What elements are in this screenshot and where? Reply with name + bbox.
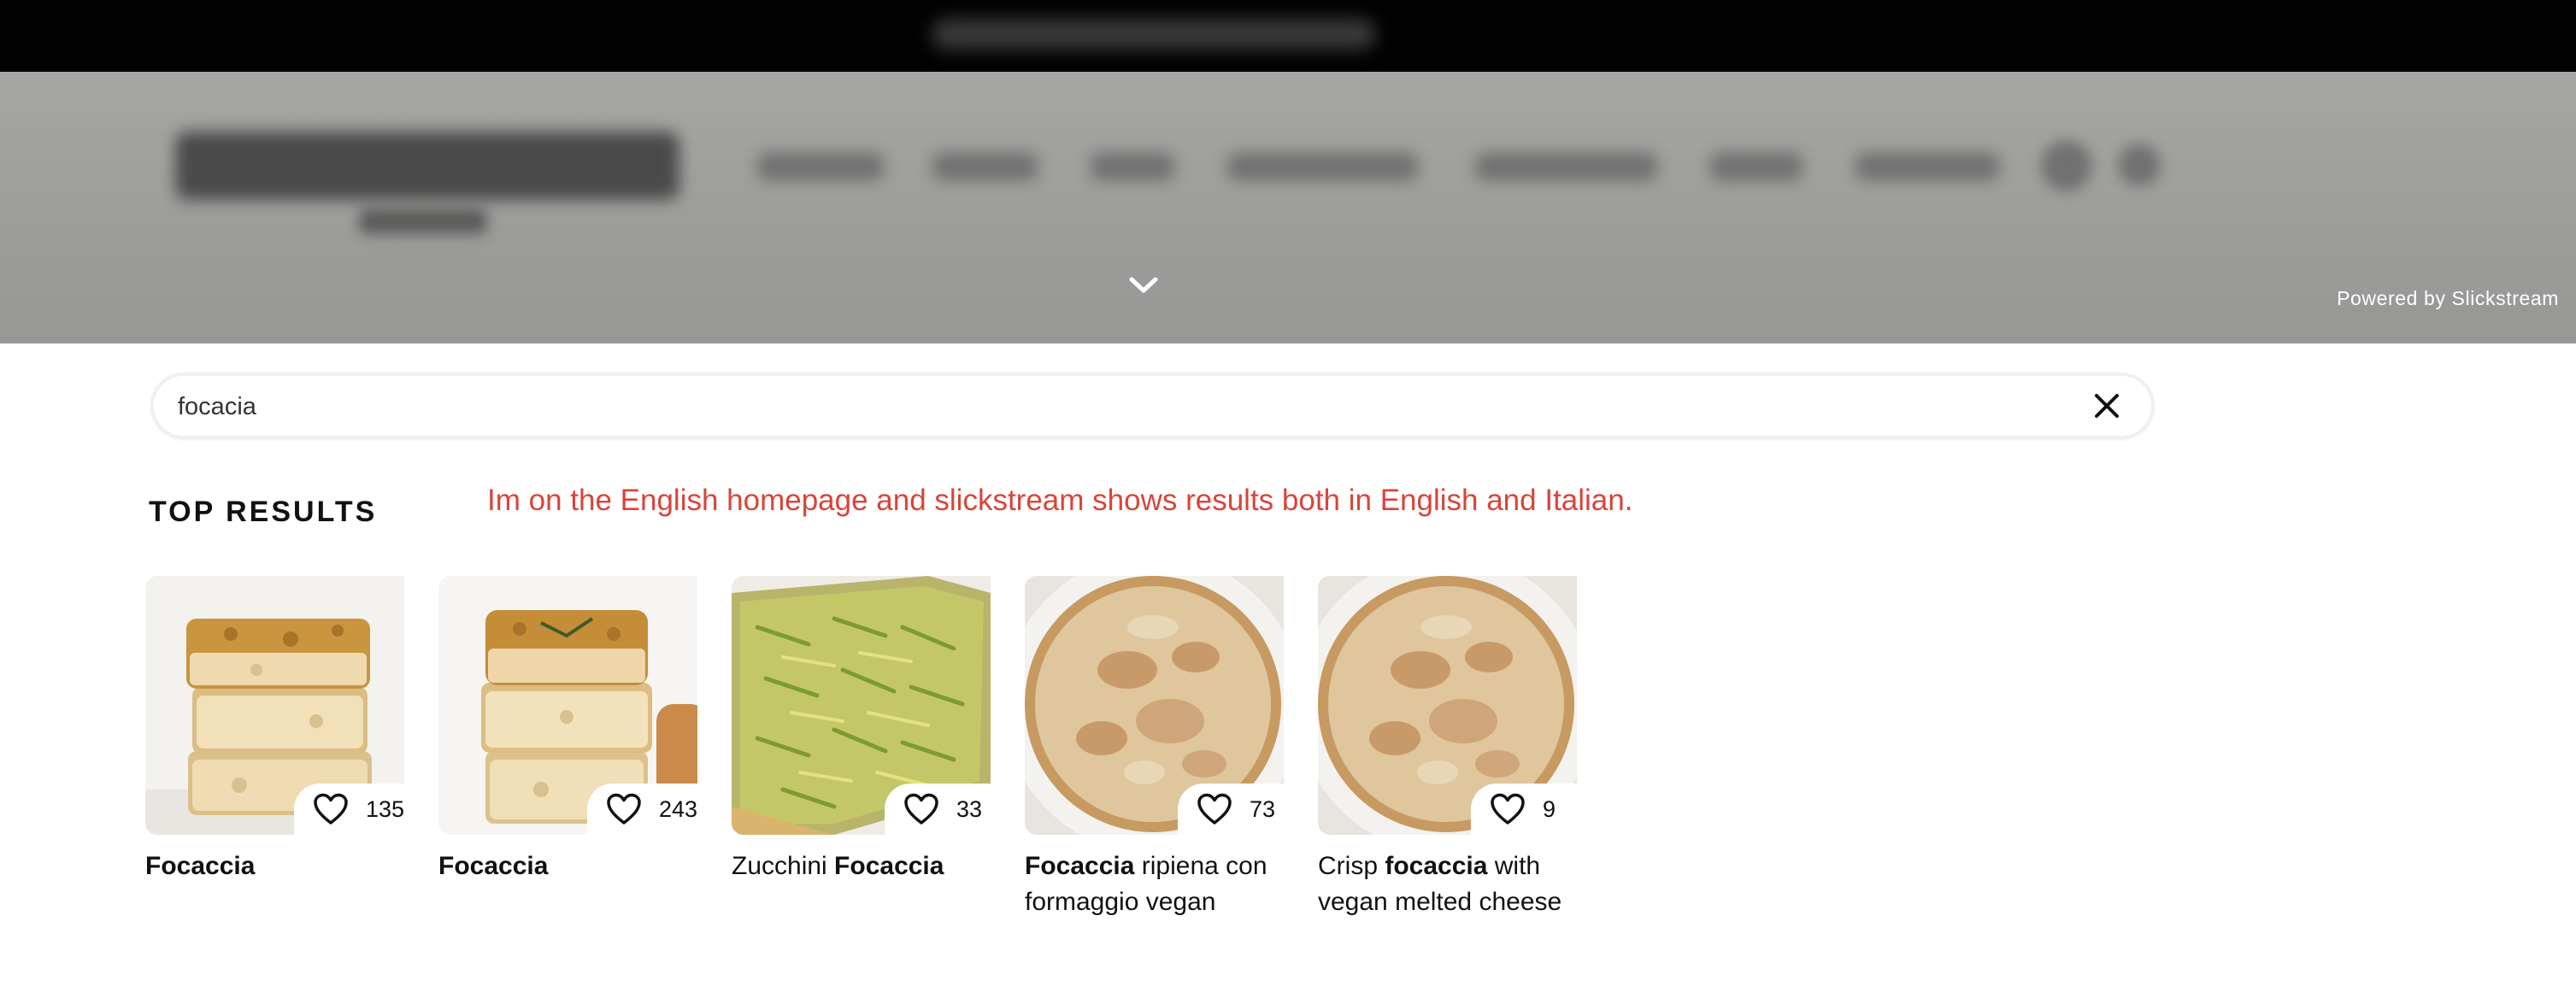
chevron-down-icon bbox=[1129, 277, 1158, 293]
blurred-promo-text bbox=[932, 19, 1376, 50]
results-list: 135 Focaccia 243 Focaccia 33 Zucchini Fo… bbox=[145, 576, 1581, 969]
collapse-overlay-button[interactable] bbox=[1126, 268, 1161, 302]
favorite-count: 243 bbox=[658, 795, 697, 822]
close-icon bbox=[2095, 394, 2119, 418]
blurred-site-header: Powered by Slickstream bbox=[0, 72, 2576, 343]
blurred-logo-subtitle bbox=[359, 208, 487, 234]
clear-search-button[interactable] bbox=[2091, 390, 2122, 421]
result-thumbnail: 135 bbox=[145, 576, 404, 835]
favorite-group: 135 bbox=[293, 784, 404, 835]
title-prefix: Crisp bbox=[1318, 852, 1385, 880]
search-panel: TOP RESULTS Im on the English homepage a… bbox=[0, 343, 2576, 998]
title-match: Focaccia bbox=[834, 852, 944, 880]
favorite-count: 9 bbox=[1543, 795, 1556, 822]
favorite-group: 243 bbox=[586, 784, 697, 835]
favorite-button[interactable] bbox=[1490, 792, 1527, 826]
heart-outline-icon bbox=[1491, 793, 1525, 825]
blurred-nav-item bbox=[932, 152, 1038, 181]
result-thumbnail: 73 bbox=[1025, 576, 1284, 835]
heart-outline-icon bbox=[904, 793, 938, 825]
powered-by-label[interactable]: Powered by Slickstream bbox=[2337, 287, 2559, 310]
result-title[interactable]: Focaccia ripiena con formaggio vegan bbox=[1025, 848, 1284, 920]
favorite-count: 73 bbox=[1250, 795, 1276, 822]
blurred-nav-item bbox=[1709, 152, 1803, 181]
site-promo-bar bbox=[0, 0, 2576, 72]
title-prefix: Zucchini bbox=[732, 852, 835, 880]
favorite-group: 73 bbox=[1178, 784, 1284, 835]
result-thumbnail: 243 bbox=[438, 576, 697, 835]
result-title[interactable]: Crisp focaccia with vegan melted cheese bbox=[1318, 848, 1577, 920]
favorite-count: 135 bbox=[365, 795, 404, 822]
result-card[interactable]: 243 Focaccia bbox=[438, 576, 697, 884]
result-card[interactable]: 33 Zucchini Focaccia bbox=[732, 576, 991, 884]
result-thumbnail: 33 bbox=[732, 576, 991, 835]
result-card[interactable]: 9 Crisp focaccia with vegan melted chees… bbox=[1318, 576, 1577, 920]
blurred-nav-item bbox=[1855, 152, 2000, 181]
blurred-search-icon bbox=[2118, 144, 2161, 186]
favorite-group: 9 bbox=[1471, 784, 1577, 835]
favorite-group: 33 bbox=[885, 784, 991, 835]
search-box bbox=[150, 373, 2155, 439]
result-title[interactable]: Focaccia bbox=[438, 848, 697, 884]
result-card[interactable]: 73 Focaccia ripiena con formaggio vegan bbox=[1025, 576, 1284, 920]
favorite-button[interactable] bbox=[1197, 792, 1234, 826]
result-title[interactable]: Zucchini Focaccia bbox=[732, 848, 991, 884]
search-input[interactable] bbox=[176, 376, 2060, 437]
annotation-note: Im on the English homepage and slickstre… bbox=[487, 484, 1633, 517]
blurred-nav-item bbox=[756, 152, 885, 181]
favorite-button[interactable] bbox=[606, 792, 644, 826]
favorite-button[interactable] bbox=[903, 792, 941, 826]
top-results-heading: TOP RESULTS bbox=[149, 496, 378, 528]
blurred-logo bbox=[175, 132, 679, 200]
title-match: Focaccia bbox=[438, 852, 549, 880]
result-card[interactable]: 135 Focaccia bbox=[145, 576, 404, 884]
title-match: Focaccia bbox=[1025, 852, 1135, 880]
heart-outline-icon bbox=[314, 793, 348, 825]
favorite-count: 33 bbox=[956, 795, 983, 822]
heart-outline-icon bbox=[607, 793, 641, 825]
heart-outline-icon bbox=[1197, 793, 1232, 825]
favorite-button[interactable] bbox=[313, 792, 350, 826]
blurred-nav-item bbox=[1090, 152, 1175, 181]
title-match: focaccia bbox=[1385, 852, 1488, 880]
blurred-user-icon bbox=[2041, 140, 2092, 191]
result-title[interactable]: Focaccia bbox=[145, 848, 404, 884]
title-match: Focaccia bbox=[145, 852, 256, 880]
result-thumbnail: 9 bbox=[1318, 576, 1577, 835]
blurred-nav-item bbox=[1226, 152, 1419, 181]
blurred-nav-item bbox=[1474, 152, 1658, 181]
